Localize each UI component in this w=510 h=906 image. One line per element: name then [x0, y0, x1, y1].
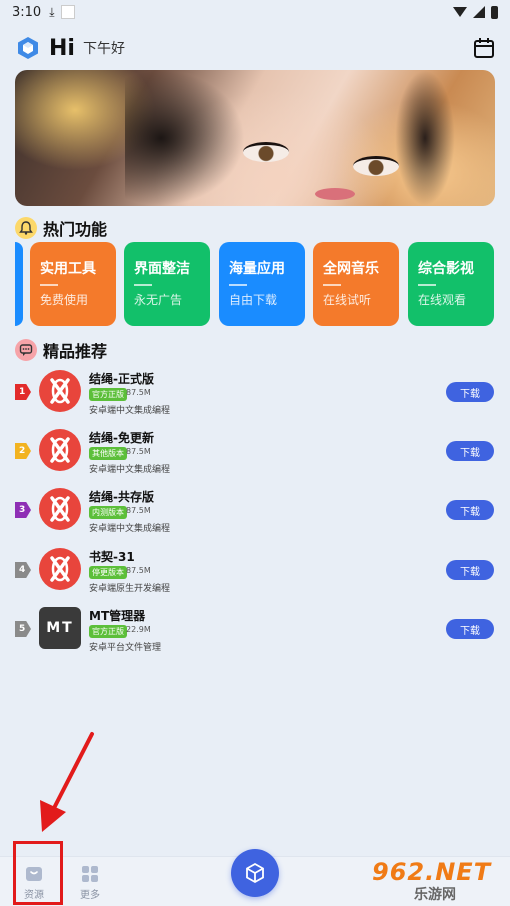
download-button[interactable]: 下载 — [446, 560, 494, 580]
app-size: 87.5M — [126, 566, 151, 575]
recommended-heading: 精品推荐 — [15, 338, 107, 362]
notification-icon — [60, 5, 75, 19]
app-name: 结绳-共存版 — [89, 490, 154, 504]
feature-card-subtitle: 在线观看 — [418, 293, 467, 307]
app-size: 87.5M — [126, 447, 151, 456]
watermark-subtext: 乐游网 — [414, 887, 456, 903]
cube-logo-icon — [18, 37, 38, 59]
app-size: 87.5M — [126, 506, 151, 515]
list-item[interactable]: 2 结绳-免更新 其他版本 87.5M 安卓端中文集成编程 下载 — [15, 427, 495, 477]
feature-card-divider — [40, 284, 58, 286]
app-size: 87.5M — [126, 388, 151, 397]
feature-card-music[interactable]: 全网音乐 在线试听 — [313, 242, 399, 326]
banner-eye-left — [243, 142, 289, 162]
banner-hair-left — [125, 70, 245, 206]
version-tag: 其他版本 — [89, 447, 127, 460]
jieshen-icon[interactable] — [39, 429, 81, 471]
jieshen-icon[interactable] — [39, 488, 81, 530]
rank-badge: 1 — [15, 384, 31, 400]
annotation-highlight-box — [13, 841, 63, 905]
signal-icon — [473, 6, 485, 18]
feature-card-partial[interactable] — [15, 242, 23, 326]
feature-card-apps[interactable]: 海量应用 自由下载 — [219, 242, 305, 326]
download-button[interactable]: 下载 — [446, 441, 494, 461]
rank-badge: 2 — [15, 443, 31, 459]
feature-card-subtitle: 永无广告 — [134, 293, 183, 307]
nav-more[interactable]: 更多 — [70, 865, 110, 901]
app-description: 安卓平台文件管理 — [89, 643, 162, 653]
feature-card-divider — [418, 284, 436, 286]
feature-carousel[interactable]: 实用工具 免费使用 界面整洁 永无广告 海量应用 自由下载 全网音乐 在线试听 … — [15, 242, 510, 326]
hot-features-title: 热门功能 — [43, 220, 108, 239]
app-description: 安卓端原生开发编程 — [89, 584, 171, 594]
jieshen-icon[interactable] — [39, 370, 81, 412]
version-tag: 官方正版 — [89, 625, 127, 638]
home-fab-button[interactable] — [231, 849, 279, 897]
jieshen-icon[interactable] — [39, 548, 81, 590]
list-item[interactable]: 3 结绳-共存版 内测版本 87.5M 安卓端中文集成编程 下载 — [15, 486, 495, 536]
version-tag: 内测版本 — [89, 506, 127, 519]
download-button[interactable]: 下载 — [446, 500, 494, 520]
rank-badge: 5 — [15, 621, 31, 637]
feature-card-video[interactable]: 综合影视 在线观看 — [408, 242, 494, 326]
status-bar: 3:10 ⤓ — [0, 0, 510, 24]
grid-icon — [82, 866, 98, 882]
app-size: 22.9M — [126, 625, 151, 634]
watermark-logo: 962.NET 乐游网 — [372, 858, 506, 903]
feature-card-title: 海量应用 — [229, 261, 285, 277]
feature-card-subtitle: 自由下载 — [229, 293, 278, 307]
app-name: MT管理器 — [89, 609, 146, 623]
banner-image[interactable] — [15, 70, 495, 206]
chat-icon — [15, 339, 37, 361]
hot-features-heading: 热门功能 — [15, 216, 107, 240]
calendar-icon[interactable] — [473, 37, 495, 59]
page-title: Hi — [49, 35, 75, 61]
app-description: 安卓端中文集成编程 — [89, 465, 171, 475]
bell-icon — [15, 217, 37, 239]
recommended-title: 精品推荐 — [43, 342, 108, 361]
mt-icon[interactable]: MT — [39, 607, 81, 649]
version-tag: 官方正版 — [89, 388, 127, 401]
feature-card-divider — [229, 284, 247, 286]
feature-card-subtitle: 在线试听 — [323, 293, 372, 307]
feature-card-clean[interactable]: 界面整洁 永无广告 — [124, 242, 210, 326]
wifi-icon — [453, 7, 467, 17]
list-item[interactable]: 4 书契-31 停更版本 87.5M 安卓端原生开发编程 下载 — [15, 546, 495, 596]
feature-card-title: 实用工具 — [40, 261, 96, 277]
cube-icon — [246, 862, 264, 884]
rank-badge: 3 — [15, 502, 31, 518]
app-header: Hi 下午好 — [15, 34, 495, 62]
app-description: 安卓端中文集成编程 — [89, 524, 171, 534]
feature-card-title: 综合影视 — [418, 261, 474, 277]
banner-hair-right — [395, 70, 455, 206]
app-name: 书契-31 — [89, 550, 135, 564]
feature-card-title: 界面整洁 — [134, 261, 190, 277]
list-item[interactable]: 1 结绳-正式版 官方正版 87.5M 安卓端中文集成编程 下载 — [15, 368, 495, 418]
feature-card-title: 全网音乐 — [323, 261, 379, 277]
banner-lips — [315, 188, 355, 200]
status-time: 3:10 — [12, 4, 42, 20]
watermark-text: 962.NET — [372, 858, 492, 886]
version-tag: 停更版本 — [89, 566, 127, 579]
download-button[interactable]: 下载 — [446, 382, 494, 402]
rank-badge: 4 — [15, 562, 31, 578]
app-name: 结绳-正式版 — [89, 372, 154, 386]
greeting-text: 下午好 — [82, 41, 125, 57]
feature-card-divider — [323, 284, 341, 286]
feature-card-tools[interactable]: 实用工具 免费使用 — [30, 242, 116, 326]
nav-more-label: 更多 — [80, 890, 100, 901]
list-item[interactable]: 5 MT MT管理器 官方正版 22.9M 安卓平台文件管理 下载 — [15, 605, 495, 655]
feature-card-subtitle: 免费使用 — [40, 293, 89, 307]
banner-eye-right — [353, 156, 399, 176]
download-button[interactable]: 下载 — [446, 619, 494, 639]
battery-icon — [491, 5, 498, 19]
download-icon: ⤓ — [49, 4, 55, 19]
app-description: 安卓端中文集成编程 — [89, 406, 171, 416]
feature-card-divider — [134, 284, 152, 286]
app-name: 结绳-免更新 — [89, 431, 154, 445]
